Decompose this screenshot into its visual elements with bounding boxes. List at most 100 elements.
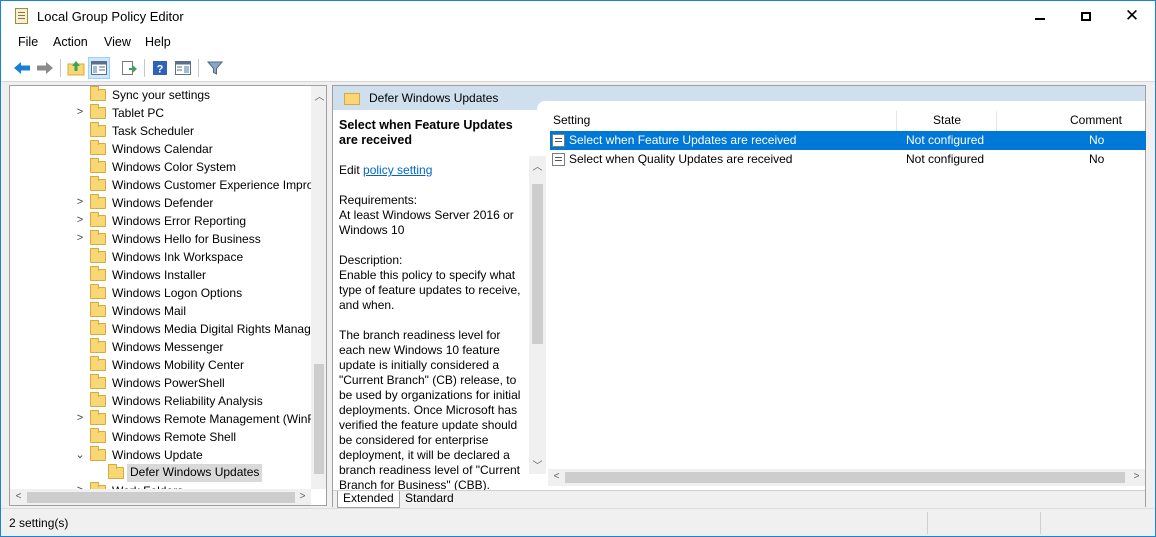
folder-icon: [90, 320, 106, 335]
column-header-comment[interactable]: Comment: [1070, 113, 1122, 130]
folder-title: Defer Windows Updates: [369, 91, 499, 105]
policy-setting-link[interactable]: policy setting: [363, 163, 432, 177]
tree-item[interactable]: Windows Calendar: [10, 140, 311, 158]
edit-prefix: Edit: [339, 163, 360, 177]
edit-policy-line: Edit policy setting: [339, 163, 527, 178]
filter-button[interactable]: [204, 57, 226, 79]
properties-view-button[interactable]: [172, 57, 194, 79]
tree-item[interactable]: Windows Reliability Analysis: [10, 392, 311, 410]
tree-item[interactable]: ⌄ Windows Update: [10, 446, 311, 464]
help-button[interactable]: ?: [149, 57, 171, 79]
menu-help[interactable]: Help: [145, 35, 171, 49]
tree-item-label: Windows Hello for Business: [112, 232, 261, 246]
menu-view[interactable]: View: [104, 35, 131, 49]
tree-expand-arrow-icon[interactable]: >: [75, 214, 85, 226]
list-hscroll-thumb[interactable]: [565, 472, 1125, 483]
app-icon: [15, 8, 28, 24]
forward-button[interactable]: [34, 57, 56, 79]
column-separator[interactable]: [896, 111, 897, 131]
show-hide-tree-button[interactable]: [88, 57, 110, 79]
tree-item[interactable]: Sync your settings: [10, 86, 311, 104]
column-header-state[interactable]: State: [933, 113, 961, 130]
tree-expand-arrow-icon[interactable]: >: [75, 232, 85, 244]
menu-file[interactable]: File: [18, 35, 38, 49]
tree-expand-arrow-icon[interactable]: >: [75, 196, 85, 208]
tree-item[interactable]: Windows Messenger: [10, 338, 311, 356]
status-divider: [927, 512, 928, 534]
export-list-button[interactable]: [118, 57, 140, 79]
svg-text:?: ?: [157, 64, 164, 76]
tree-expand-arrow-icon[interactable]: >: [75, 106, 85, 118]
list-horizontal-scrollbar[interactable]: < >: [548, 469, 1145, 486]
folder-icon: [90, 194, 106, 209]
setting-name: Select when Feature Updates are received: [569, 133, 797, 147]
setting-state: Not configured: [906, 133, 985, 147]
properties-view-icon: [175, 61, 191, 75]
scroll-right-arrow-icon[interactable]: >: [1128, 471, 1145, 482]
tree-item[interactable]: Windows Media Digital Rights Management: [10, 320, 311, 338]
scroll-up-arrow-icon[interactable]: ︿: [311, 88, 326, 103]
folder-icon: [90, 140, 106, 155]
tree-item[interactable]: Windows Ink Workspace: [10, 248, 311, 266]
tree-expand-arrow-icon[interactable]: >: [75, 412, 85, 424]
tree-item[interactable]: > Windows Hello for Business: [10, 230, 311, 248]
settings-list: Setting State Comment Select when Featur…: [548, 111, 1146, 486]
description-scroll-thumb[interactable]: [532, 184, 543, 344]
export-list-icon: [122, 61, 137, 75]
toolbar-separator: [144, 59, 145, 77]
help-icon: ?: [153, 61, 167, 76]
tree-item[interactable]: Windows Installer: [10, 266, 311, 284]
tree-item-label: Sync your settings: [112, 88, 211, 102]
tree-item[interactable]: >Work Folders: [10, 482, 311, 489]
column-header-setting[interactable]: Setting: [553, 113, 590, 130]
description-scrollbar[interactable]: ︿ ﹀: [529, 156, 546, 474]
tree-item-label: Windows Logon Options: [112, 286, 243, 300]
maximize-button[interactable]: [1063, 1, 1109, 31]
table-row[interactable]: Select when Quality Updates are received…: [550, 150, 1146, 169]
tree-item[interactable]: Defer Windows Updates: [10, 464, 311, 482]
tree-item-label: Windows Ink Workspace: [112, 250, 244, 264]
folder-icon: [90, 158, 106, 173]
tab-extended[interactable]: Extended: [337, 491, 400, 508]
tab-standard[interactable]: Standard: [400, 491, 459, 508]
tree-item[interactable]: Windows PowerShell: [10, 374, 311, 392]
close-button[interactable]: ✕: [1109, 1, 1155, 31]
description-label: Description:: [339, 253, 403, 267]
tree-item[interactable]: > Windows Remote Management (WinRM): [10, 410, 311, 428]
tree-item[interactable]: Windows Logon Options: [10, 284, 311, 302]
table-row[interactable]: Select when Feature Updates are received…: [550, 131, 1146, 150]
column-separator[interactable]: [996, 111, 997, 131]
folder-icon: [90, 86, 106, 101]
folder-icon: [90, 248, 106, 263]
tree-horizontal-scrollbar[interactable]: < >: [10, 489, 311, 505]
tree-vertical-scrollbar[interactable]: ︿: [311, 86, 326, 489]
tree-item[interactable]: Task Scheduler: [10, 122, 311, 140]
tree-hscroll-thumb[interactable]: [27, 492, 295, 503]
folder-icon: [90, 230, 106, 245]
up-folder-button[interactable]: [65, 57, 87, 79]
folder-icon: [344, 93, 360, 105]
tree-item[interactable]: > Tablet PC: [10, 104, 311, 122]
tree-item[interactable]: > Windows Error Reporting: [10, 212, 311, 230]
tree-item[interactable]: Windows Color System: [10, 158, 311, 176]
tree-item[interactable]: Windows Customer Experience Improvement …: [10, 176, 311, 194]
tree-scroll-thumb[interactable]: [314, 364, 324, 474]
scroll-left-arrow-icon[interactable]: <: [548, 471, 565, 482]
scroll-up-arrow-icon[interactable]: ︿: [529, 158, 546, 173]
scroll-left-arrow-icon[interactable]: <: [10, 491, 27, 502]
tree-item[interactable]: > Windows Defender: [10, 194, 311, 212]
scroll-right-arrow-icon[interactable]: >: [294, 491, 311, 502]
tree-item-label: Windows Color System: [112, 160, 237, 174]
scroll-down-arrow-icon[interactable]: ﹀: [529, 457, 546, 472]
tree-item[interactable]: Windows Mail: [10, 302, 311, 320]
requirements-label: Requirements:: [339, 193, 418, 207]
tree-item-label: Defer Windows Updates: [127, 464, 263, 482]
tree-item[interactable]: Windows Remote Shell: [10, 428, 311, 446]
tree-item[interactable]: Windows Mobility Center: [10, 356, 311, 374]
tree-expand-arrow-icon[interactable]: ⌄: [75, 448, 85, 461]
folder-icon: [90, 374, 106, 389]
minimize-button[interactable]: [1017, 1, 1063, 31]
tree-item-label: Task Scheduler: [112, 124, 195, 138]
menu-action[interactable]: Action: [53, 35, 88, 49]
back-button[interactable]: [11, 57, 33, 79]
